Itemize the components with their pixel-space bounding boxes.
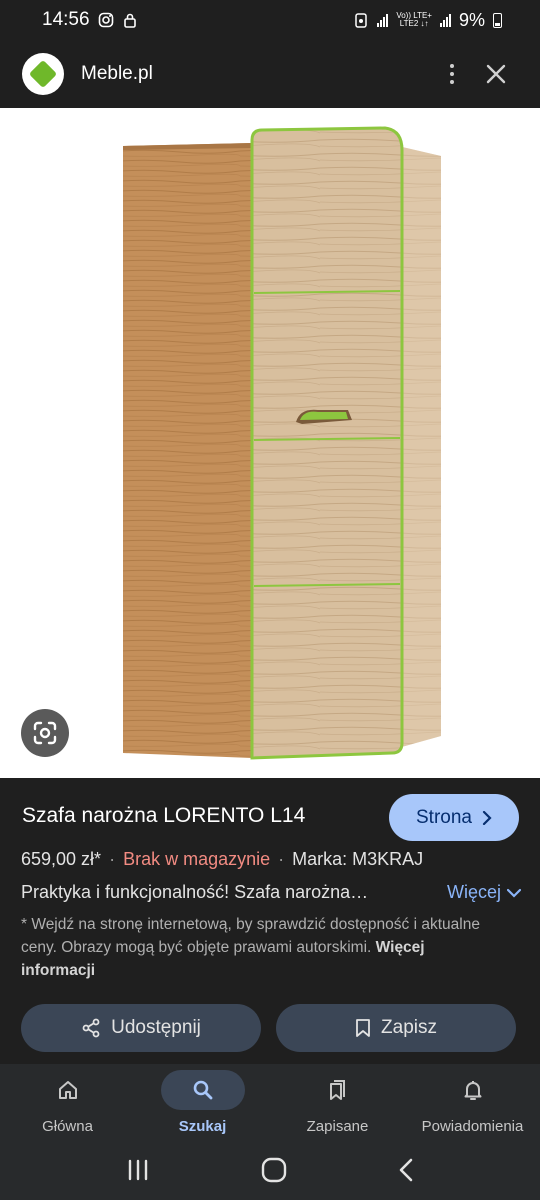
wardrobe-illustration (123, 126, 441, 760)
product-meta: 659,00 zł* · Brak w magazynie · Marka: M… (21, 849, 424, 869)
brand: Marka: M3KRAJ (292, 849, 424, 869)
home-button[interactable] (261, 1157, 287, 1188)
signal-icon (377, 13, 389, 27)
more-options-button[interactable] (430, 52, 474, 96)
lens-icon (33, 721, 57, 745)
product-title: Szafa narożna LORENTO L14 (22, 804, 306, 827)
clock: 14:56 (42, 9, 90, 30)
nav-home[interactable]: Główna (0, 1064, 135, 1144)
battery-icon (493, 12, 502, 28)
logo-diamond-icon (28, 59, 58, 89)
back-button[interactable] (398, 1158, 414, 1187)
recents-icon (128, 1159, 147, 1180)
expand-description-button[interactable]: Więcej (447, 882, 521, 903)
save-button[interactable]: Zapisz (276, 1004, 516, 1052)
product-image[interactable] (0, 108, 540, 778)
close-button[interactable] (474, 52, 518, 96)
source-header: Meble.pl (0, 40, 540, 108)
nav-search-label: Szukaj (178, 1118, 227, 1135)
network-type: Vo)) LTE+ LTE2 ↓↑ (396, 11, 432, 28)
price: 659,00 zł* (21, 849, 102, 869)
share-button[interactable]: Udostępnij (21, 1004, 261, 1052)
save-label: Zapisz (381, 1017, 437, 1038)
share-label: Udostępnij (111, 1017, 201, 1038)
status-bar: 14:56 Vo)) LTE+ LTE2 ↓↑ 9% (0, 0, 540, 40)
google-lens-button[interactable] (21, 709, 69, 757)
share-icon (82, 1018, 100, 1038)
lock-icon (122, 12, 138, 28)
more-vert-icon (450, 64, 454, 84)
home-circle-icon (261, 1157, 287, 1182)
nav-notifications[interactable]: Powiadomienia (405, 1064, 540, 1144)
nav-home-label: Główna (42, 1118, 93, 1135)
visit-site-button[interactable]: Strona (389, 794, 519, 841)
data-saver-icon (353, 12, 369, 28)
nav-notifications-label: Powiadomienia (421, 1118, 524, 1135)
bottom-navigation: Główna Szukaj Zapisane Powiadomienia (0, 1064, 540, 1144)
bookmarks-icon (329, 1080, 345, 1100)
system-navigation (0, 1144, 540, 1200)
home-icon (58, 1081, 77, 1099)
bell-icon (464, 1081, 481, 1100)
site-name[interactable]: Meble.pl (81, 63, 430, 85)
more-label: Więcej (446, 882, 501, 902)
visit-site-label: Strona (416, 806, 472, 828)
nav-saved-label: Zapisane (306, 1118, 369, 1135)
disclaimer: * Wejdź na stronę internetową, by sprawd… (21, 913, 501, 982)
signal-icon-2 (439, 13, 451, 27)
chevron-right-icon (482, 810, 492, 825)
chevron-down-icon (507, 888, 521, 898)
battery-percent: 9% (458, 9, 485, 30)
nav-search[interactable]: Szukaj (135, 1064, 270, 1144)
close-icon (486, 64, 506, 84)
bookmark-icon (356, 1019, 370, 1037)
nav-saved[interactable]: Zapisane (270, 1064, 405, 1144)
site-logo[interactable] (22, 53, 64, 95)
stock-status: Brak w magazynie (123, 849, 271, 869)
search-icon (193, 1080, 212, 1100)
recent-apps-button[interactable] (126, 1159, 150, 1186)
back-icon (400, 1158, 413, 1181)
product-description: Praktyka i funkcjonalność! Szafa narożna… (21, 882, 369, 902)
description-row: Praktyka i funkcjonalność! Szafa narożna… (21, 882, 521, 903)
instagram-icon (98, 12, 114, 28)
